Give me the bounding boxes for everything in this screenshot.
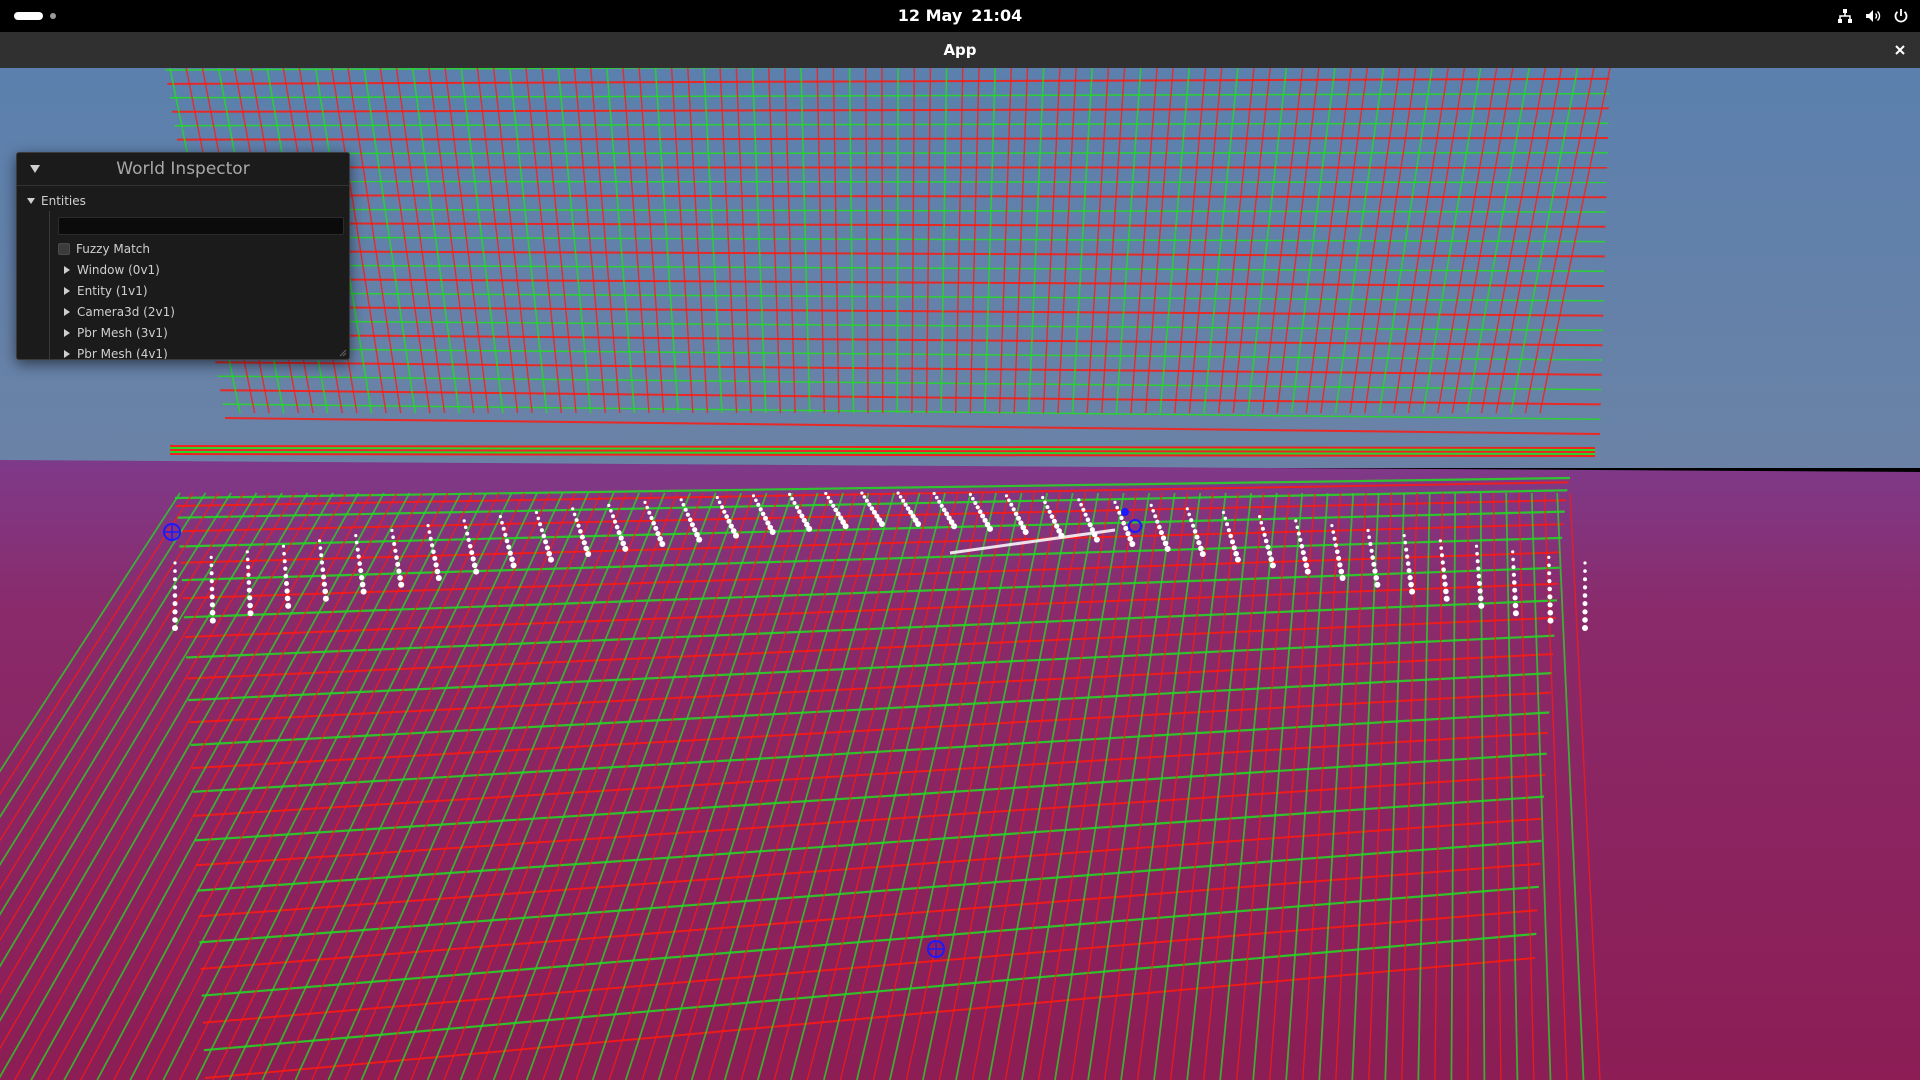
collapsed-arrow-icon	[64, 266, 70, 274]
world-inspector-panel[interactable]: World Inspector Entities Fuzzy Match Win…	[16, 152, 350, 360]
entities-label: Entities	[41, 194, 86, 208]
volume-icon[interactable]	[1864, 7, 1882, 25]
clock-date: 12 May	[897, 6, 963, 25]
entity-label: Entity (1v1)	[77, 284, 148, 298]
entity-row[interactable]: Pbr Mesh (3v1)	[64, 325, 168, 341]
fuzzy-match-toggle[interactable]: Fuzzy Match	[58, 241, 150, 257]
entity-label: Window (0v1)	[77, 263, 160, 277]
collapsed-arrow-icon	[64, 350, 70, 358]
window-titlebar[interactable]: App	[0, 32, 1920, 69]
fuzzy-match-label: Fuzzy Match	[76, 242, 150, 256]
entities-list: Fuzzy Match Window (0v1) Entity (1v1) Ca…	[49, 211, 348, 360]
system-top-bar: 12 May 21:04	[0, 0, 1920, 32]
entity-label: Pbr Mesh (4v1)	[77, 347, 168, 360]
entity-search-input[interactable]	[58, 217, 344, 235]
light-gizmo-left	[163, 523, 181, 541]
entity-row[interactable]: Window (0v1)	[64, 262, 160, 278]
close-button[interactable]	[1888, 38, 1912, 62]
fuzzy-match-checkbox[interactable]	[58, 243, 70, 255]
collapsed-arrow-icon	[64, 308, 70, 316]
collapsed-arrow-icon	[64, 329, 70, 337]
3d-viewport[interactable]: World Inspector Entities Fuzzy Match Win…	[0, 68, 1920, 1080]
close-icon	[1895, 45, 1905, 55]
collapsed-arrow-icon	[64, 287, 70, 295]
entity-row[interactable]: Entity (1v1)	[64, 283, 148, 299]
network-icon[interactable]	[1836, 7, 1854, 25]
inspector-title: World Inspector	[116, 159, 250, 179]
system-tray[interactable]	[1836, 0, 1910, 32]
entity-label: Pbr Mesh (3v1)	[77, 326, 168, 340]
expanded-arrow-icon	[27, 198, 35, 204]
window-title: App	[943, 41, 977, 59]
entity-label: Camera3d (2v1)	[77, 305, 175, 319]
power-icon[interactable]	[1892, 7, 1910, 25]
inspector-header[interactable]: World Inspector	[17, 153, 349, 186]
clock-time: 21:04	[971, 6, 1023, 25]
entities-section-toggle[interactable]: Entities	[27, 193, 86, 209]
entity-row[interactable]: Pbr Mesh (4v1)	[64, 346, 168, 360]
light-gizmo-bottom	[927, 940, 945, 958]
clock[interactable]: 12 May 21:04	[0, 0, 1920, 32]
resize-handle-icon[interactable]	[337, 347, 347, 357]
entity-row[interactable]: Camera3d (2v1)	[64, 304, 175, 320]
middle-mesh-band	[169, 445, 1596, 457]
